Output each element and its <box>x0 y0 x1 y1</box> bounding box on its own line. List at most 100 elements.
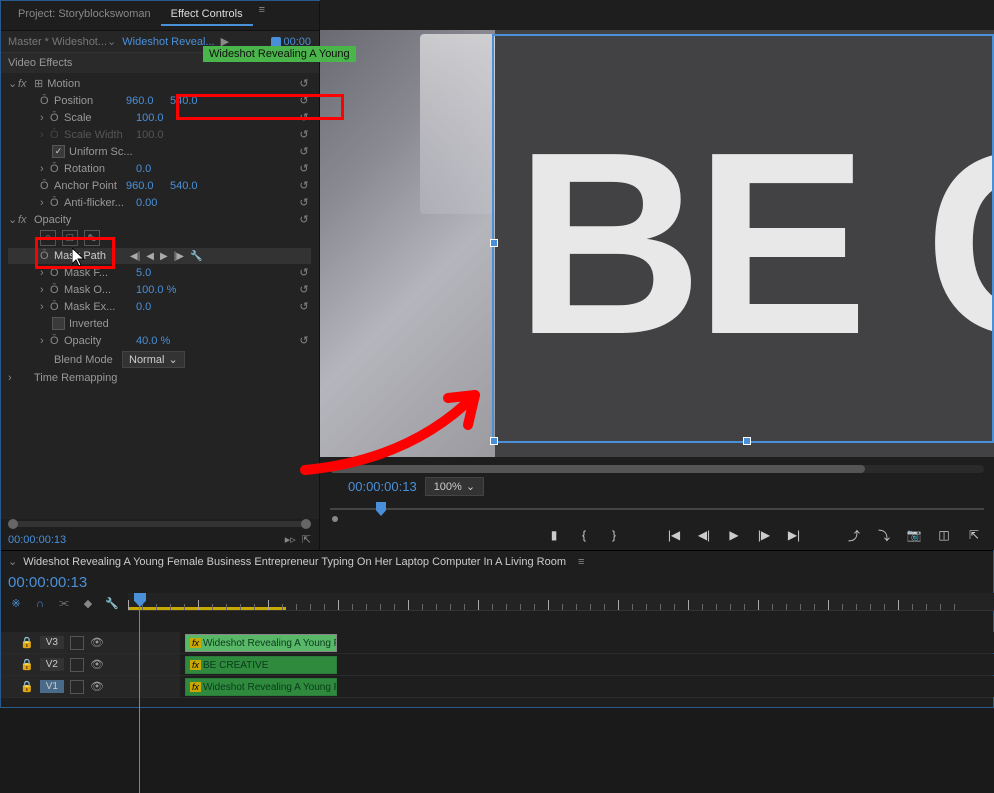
linked-selection-icon[interactable]: ⫘ <box>56 597 72 610</box>
mark-in-bracket-icon[interactable]: { <box>574 526 594 544</box>
panel-menu-icon[interactable]: ≡ <box>259 4 265 26</box>
time-remapping-row[interactable]: ›fx Time Remapping <box>8 370 311 386</box>
reset-icon[interactable]: ↺ <box>297 145 311 158</box>
tab-project[interactable]: Project: Storyblockswoman <box>8 4 161 26</box>
reset-icon[interactable]: ↺ <box>297 213 311 226</box>
program-ruler[interactable] <box>330 502 984 520</box>
sequence-clip-link[interactable]: Wideshot Reveal... <box>122 36 214 48</box>
play-icon[interactable]: ▶ <box>724 526 744 544</box>
chevron-down-icon[interactable]: ⌄ <box>8 555 17 568</box>
reset-icon[interactable]: ↺ <box>297 196 311 209</box>
zoom-dropdown[interactable]: 100%⌄ <box>425 477 484 496</box>
clip-v2[interactable]: fx BE CREATIVE <box>185 656 337 674</box>
magnet-icon[interactable]: ∩ <box>32 598 48 610</box>
stopwatch-icon[interactable]: Ō <box>40 95 54 107</box>
stopwatch-icon[interactable]: Ō <box>40 180 54 192</box>
mask-expansion-row[interactable]: ›Ō Mask Ex... 0.0 ↺ <box>8 298 311 315</box>
next-keyframe-icon[interactable]: |▶ <box>172 251 186 262</box>
compare-icon[interactable]: ◫ <box>934 526 954 544</box>
clip-v3[interactable]: fx Wideshot Revealing A Young Female Bus… <box>185 634 337 652</box>
reset-icon[interactable]: ↺ <box>297 300 311 313</box>
stopwatch-icon[interactable]: Ō <box>50 112 64 124</box>
export-icon[interactable]: ⇱ <box>302 533 311 546</box>
stopwatch-icon[interactable]: Ō <box>50 284 64 296</box>
anchor-point-row[interactable]: Ō Anchor Point 960.0 540.0 ↺ <box>8 177 311 194</box>
track-label[interactable]: V3 <box>40 636 64 649</box>
checkbox-icon[interactable] <box>52 317 65 330</box>
blend-mode-dropdown[interactable]: Normal⌄ <box>122 351 185 368</box>
go-to-out-icon[interactable]: ▶| <box>784 526 804 544</box>
motion-effect-row[interactable]: ⌄fx ⊞ Motion ↺ <box>8 75 311 92</box>
stopwatch-icon[interactable]: Ō <box>50 163 64 175</box>
track-label[interactable]: V2 <box>40 658 64 671</box>
antiflicker-row[interactable]: ›Ō Anti-flicker... 0.00 ↺ <box>8 194 311 211</box>
reset-icon[interactable]: ↺ <box>297 128 311 141</box>
rectangle-mask-icon[interactable]: □ <box>62 230 78 246</box>
track-back-icon[interactable]: ◀ <box>144 251 156 262</box>
video-preview[interactable]: BE CR <box>320 30 994 457</box>
mark-in-icon[interactable]: ▮ <box>544 526 564 544</box>
lock-icon[interactable]: 🔒 <box>20 680 34 693</box>
reset-icon[interactable]: ↺ <box>297 179 311 192</box>
reset-icon[interactable]: ↺ <box>297 94 311 107</box>
track-forward-icon[interactable]: ▶ <box>158 251 170 262</box>
rotation-row[interactable]: ›Ō Rotation 0.0 ↺ <box>8 160 311 177</box>
mask-opacity-row[interactable]: ›Ō Mask O... 100.0 % ↺ <box>8 281 311 298</box>
inverted-row[interactable]: Inverted <box>8 315 311 332</box>
step-forward-icon[interactable]: |▶ <box>754 526 774 544</box>
program-timecode[interactable]: 00:00:00:13 <box>348 479 417 494</box>
reset-icon[interactable]: ↺ <box>297 162 311 175</box>
uniform-scale-row[interactable]: ✓ Uniform Sc... ↺ <box>8 143 311 160</box>
reset-icon[interactable]: ↺ <box>297 111 311 124</box>
tab-effect-controls[interactable]: Effect Controls <box>161 4 253 26</box>
opacity-value-row[interactable]: ›Ō Opacity 40.0 % ↺ <box>8 332 311 349</box>
go-to-in-icon[interactable]: |◀ <box>664 526 684 544</box>
marker-icon[interactable]: ◆ <box>80 597 96 610</box>
stopwatch-icon[interactable]: Ō <box>50 301 64 313</box>
blend-mode-row[interactable]: Blend Mode Normal⌄ <box>8 349 311 370</box>
export-frame-icon[interactable]: ⇱ <box>964 526 984 544</box>
wrench-icon[interactable]: 🔧 <box>188 251 204 262</box>
ellipse-mask-icon[interactable]: ○ <box>40 230 56 246</box>
mark-out-bracket-icon[interactable]: } <box>604 526 624 544</box>
reset-icon[interactable]: ↺ <box>297 77 311 90</box>
playhead-icon[interactable] <box>376 502 386 516</box>
panel-timecode[interactable]: 00:00:00:13 <box>8 534 66 546</box>
snap-icon[interactable]: ※ <box>8 597 24 610</box>
reset-icon[interactable]: ↺ <box>297 334 311 347</box>
mute-toggle[interactable] <box>70 680 84 694</box>
mute-toggle[interactable] <box>70 658 84 672</box>
scale-row[interactable]: ›Ō Scale 100.0 ↺ <box>8 109 311 126</box>
timeline-timecode[interactable]: 00:00:00:13 <box>8 574 87 591</box>
lock-icon[interactable]: 🔒 <box>20 658 34 671</box>
loop-icon[interactable]: ▸▹ <box>285 533 296 546</box>
track-label[interactable]: V1 <box>40 680 64 693</box>
mute-toggle[interactable] <box>70 636 84 650</box>
sequence-name[interactable]: Wideshot Revealing A Young Female Busine… <box>23 556 566 568</box>
chevron-down-icon[interactable]: ⌄ <box>107 35 116 48</box>
wrench-icon[interactable]: 🔧 <box>104 597 120 610</box>
eye-icon[interactable]: 👁 <box>90 680 104 693</box>
clip-v1[interactable]: fx Wideshot Revealing A Young Female Bus… <box>185 678 337 696</box>
mask-path-row[interactable]: Ō Mask Path ◀| ◀ ▶ |▶ 🔧 <box>8 248 311 264</box>
pen-mask-icon[interactable]: ✎ <box>84 230 100 246</box>
timeline-ruler[interactable] <box>128 593 994 611</box>
mask-feather-row[interactable]: ›Ō Mask F...5.0 ↺ <box>8 264 311 281</box>
panel-menu-icon[interactable]: ≡ <box>578 556 584 568</box>
stopwatch-icon[interactable]: Ō <box>40 250 54 262</box>
checkbox-checked-icon[interactable]: ✓ <box>52 145 65 158</box>
eye-icon[interactable]: 👁 <box>90 658 104 671</box>
prev-keyframe-icon[interactable]: ◀| <box>128 251 142 262</box>
eye-icon[interactable]: 👁 <box>90 636 104 649</box>
lock-icon[interactable]: 🔒 <box>20 636 34 649</box>
opacity-effect-row[interactable]: ⌄fx Opacity ↺ <box>8 211 311 228</box>
effect-timeline-scrollbar[interactable] <box>0 519 319 529</box>
reset-icon[interactable]: ↺ <box>297 283 311 296</box>
timeline-playhead[interactable] <box>134 593 146 607</box>
lift-icon[interactable]: ⤴ <box>844 526 864 544</box>
extract-icon[interactable]: ⤵ <box>874 526 894 544</box>
stopwatch-icon[interactable]: Ō <box>50 197 64 209</box>
monitor-h-scrollbar[interactable] <box>330 465 984 473</box>
master-clip-label[interactable]: Master * Wideshot... <box>8 36 107 48</box>
position-row[interactable]: Ō Position 960.0 540.0 ↺ <box>8 92 311 109</box>
